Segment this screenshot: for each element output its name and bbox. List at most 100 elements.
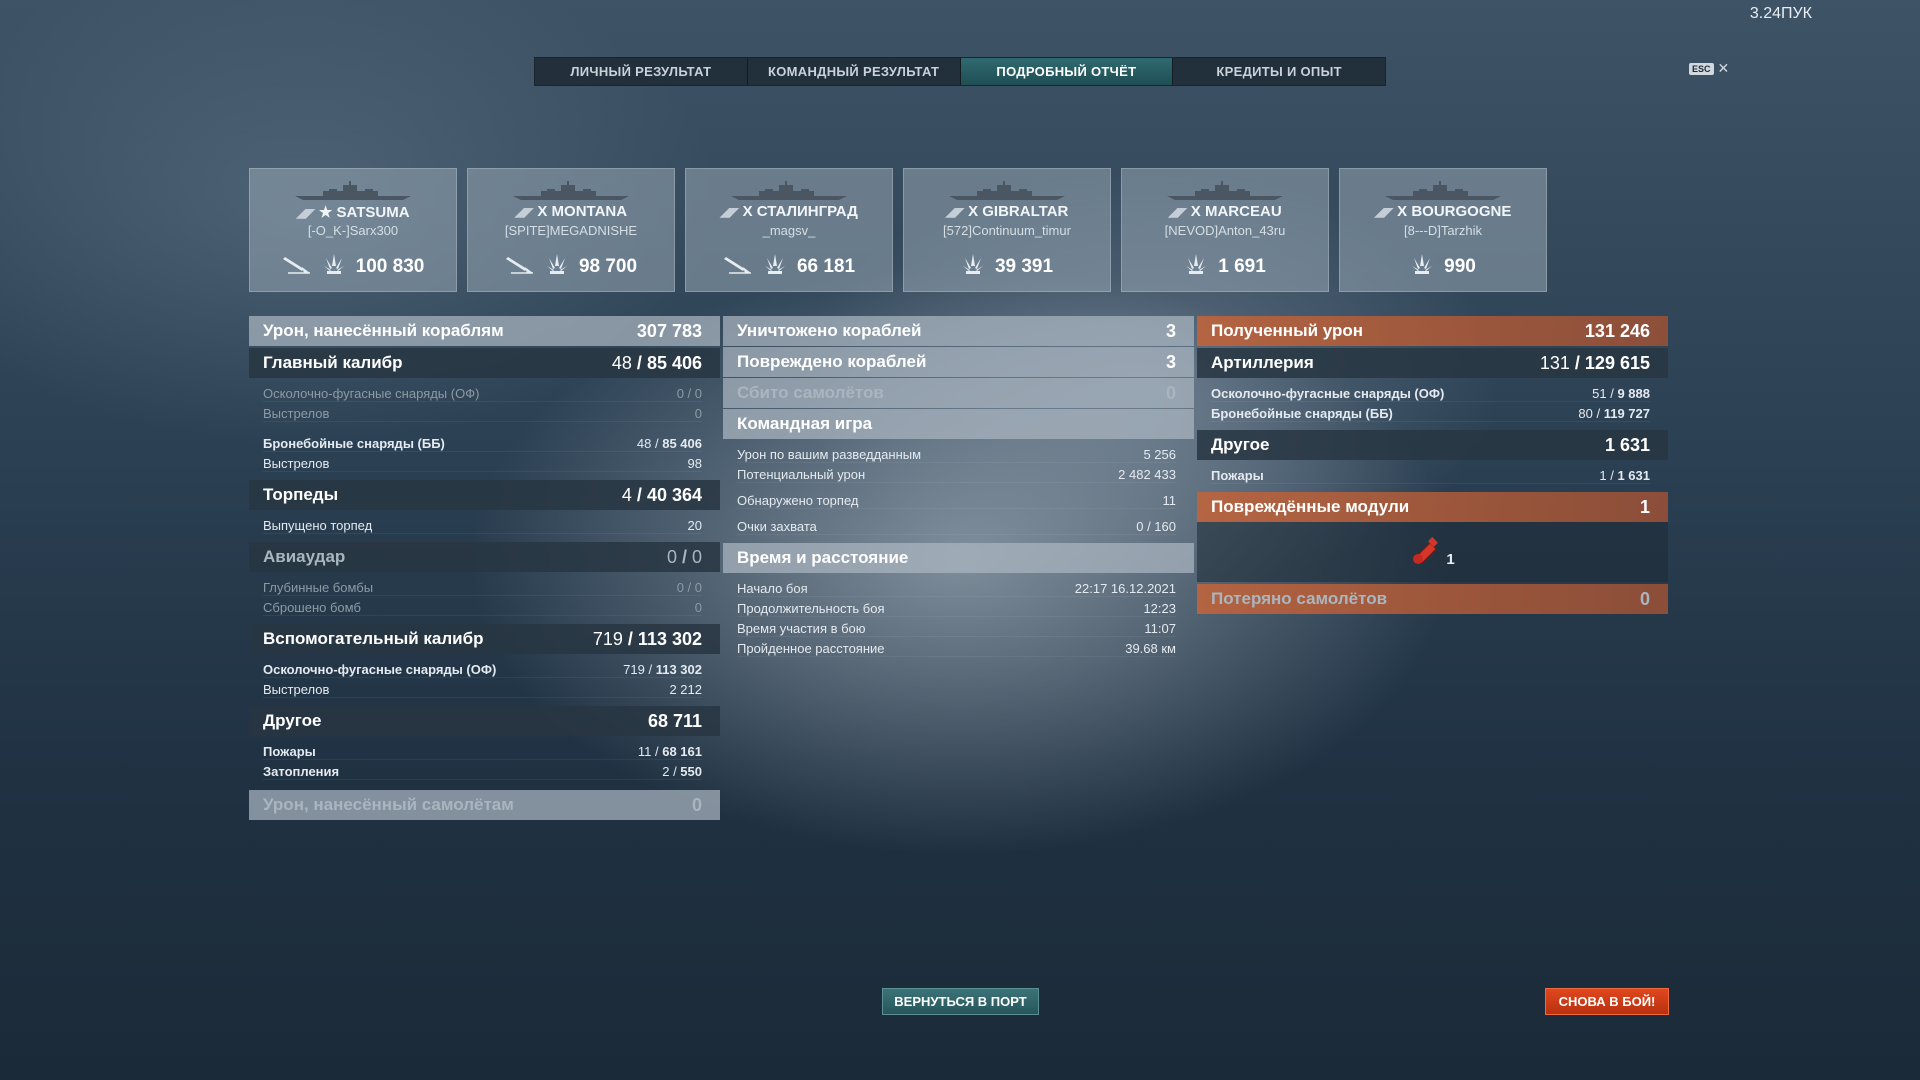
torpedoes-rows: Выпущено торпед 20 <box>249 510 720 542</box>
battleship-class-icon: ◢◤ <box>1168 205 1187 219</box>
stat-row: Начало боя 22:17 16.12.2021 <box>737 577 1176 597</box>
main-battery-header: Главный калибр 48 / 85 406 <box>249 348 720 378</box>
ship-silhouette-icon <box>947 181 1067 201</box>
shell-damage-icon <box>545 252 569 281</box>
engine-module-icon <box>1410 535 1444 570</box>
stat-row: Пройденное расстояние 39.68 км <box>737 637 1176 657</box>
damage-ships-header: Урон, нанесённый кораблям 307 783 <box>249 316 720 346</box>
team-play-rows: Урон по вашим разведданным 5 256 Потенциа… <box>723 439 1194 543</box>
artillery-rows: Осколочно-фугасные снаряды (ОФ) 51 / 9 88… <box>1197 378 1668 430</box>
combat-summary-panel: Уничтожено кораблей 3 Повреждено кораблей… <box>723 316 1194 665</box>
shell-damage-icon <box>961 252 985 281</box>
ship-name: ◢◤ X BOURGOGNE <box>1374 203 1512 220</box>
main-battery-rows: Осколочно-фугасные снаряды (ОФ) 0 / 0 Выс… <box>249 378 720 480</box>
ship-name: ◢◤ ★ SATSUMA <box>296 204 410 221</box>
planes-lost-header: Потеряно самолётов 0 <box>1197 584 1668 614</box>
version-label: 3.24ПУК <box>1749 5 1812 22</box>
damage-row: 990 <box>1340 252 1546 281</box>
other-damage-header: Другое 68 711 <box>249 706 720 736</box>
battleship-class-icon: ◢◤ <box>296 206 315 220</box>
stat-row: Осколочно-фугасные снаряды (ОФ) 51 / 9 88… <box>1211 382 1650 402</box>
received-other-header: Другое 1 631 <box>1197 430 1668 460</box>
other-damage-rows: Пожары 11 / 68 161 Затопления 2 / 550 <box>249 736 720 788</box>
damage-value: 100 830 <box>355 255 425 277</box>
ship-card: ◢◤ X MONTANA [SPITE]MEGADNISHE 98 700 <box>467 168 675 292</box>
damage-row: 100 830 <box>250 252 456 281</box>
stat-row: Выстрелов 2 212 <box>263 678 702 698</box>
damage-value: 98 700 <box>578 255 638 277</box>
close-icon: ✕ <box>1717 60 1730 76</box>
damage-value: 1 691 <box>1218 255 1266 277</box>
torpedo-icon <box>505 253 535 280</box>
player-name: [8---D]Tarzhik <box>1403 223 1482 238</box>
secondary-header: Вспомогательный калибр 719 / 113 302 <box>249 624 720 654</box>
battleship-class-icon: ◢◤ <box>1374 205 1394 219</box>
stat-row: Урон по вашим разведданным 5 256 <box>737 443 1176 463</box>
stat-row: Продолжительность боя 12:23 <box>737 597 1176 617</box>
battle-again-button[interactable]: СНОВА В БОЙ! <box>1545 988 1669 1015</box>
ship-card: ◢◤ X MARCEAU [NEVOD]Anton_43ru 1 691 <box>1121 168 1329 292</box>
player-name: [NEVOD]Anton_43ru <box>1164 223 1286 238</box>
torpedo-icon <box>282 253 312 280</box>
close-button[interactable]: ESC ✕ <box>1689 60 1729 77</box>
tab-team-result[interactable]: КОМАНДНЫЙ РЕЗУЛЬТАТ <box>748 58 961 85</box>
team-play-header: Командная игра <box>723 409 1194 439</box>
damage-planes-header: Урон, нанесённый самолётам 0 <box>249 790 720 820</box>
ship-card: ◢◤ X GIBRALTAR [572]Continuum_timur 39 391 <box>903 168 1111 292</box>
damage-dealt-panel: Урон, нанесённый кораблям 307 783 Главны… <box>249 316 720 820</box>
ship-card: ◢◤ X BOURGOGNE [8---D]Tarzhik 990 <box>1339 168 1547 292</box>
planes-shot-header: Сбито самолётов 0 <box>723 378 1194 408</box>
torpedoes-header: Торпеды 4 / 40 364 <box>249 480 720 510</box>
stat-row: Пожары 11 / 68 161 <box>263 740 702 760</box>
stat-row: Выстрелов 0 <box>263 402 702 422</box>
time-distance-header: Время и расстояние <box>723 543 1194 573</box>
stat-row: Осколочно-фугасные снаряды (ОФ) 719 / 113… <box>263 658 702 678</box>
stat-row: Выстрелов 98 <box>263 452 702 472</box>
artillery-header: Артиллерия 131 / 129 615 <box>1197 348 1668 378</box>
ship-card: ◢◤ X СТАЛИНГРАД _magsv_ 66 181 <box>685 168 893 292</box>
damage-value: 66 181 <box>796 255 856 277</box>
stat-row: Выпущено торпед 20 <box>263 514 702 534</box>
ship-silhouette-icon <box>293 181 413 201</box>
damage-received-panel: Полученный урон 131 246 Артиллерия 131 / … <box>1197 316 1668 614</box>
shell-damage-icon <box>1184 252 1208 281</box>
ship-silhouette-icon <box>511 181 631 201</box>
damaged-header: Повреждено кораблей 3 <box>723 347 1194 377</box>
tab-bar: ЛИЧНЫЙ РЕЗУЛЬТАТ КОМАНДНЫЙ РЕЗУЛЬТАТ ПОД… <box>534 57 1386 86</box>
time-distance-rows: Начало боя 22:17 16.12.2021 Продолжительн… <box>723 573 1194 665</box>
damage-row: 66 181 <box>686 252 892 281</box>
tab-credits-xp[interactable]: КРЕДИТЫ И ОПЫТ <box>1173 58 1385 85</box>
received-other-rows: Пожары 1 / 1 631 <box>1197 460 1668 492</box>
damaged-modules-list: 1 <box>1197 522 1668 582</box>
shell-damage-icon <box>322 252 346 281</box>
stat-row: Потенциальный урон 2 482 433 <box>737 463 1176 483</box>
battleship-class-icon: ◢◤ <box>945 205 965 219</box>
stat-row: Пожары 1 / 1 631 <box>1211 464 1650 484</box>
ship-name: ◢◤ X MONTANA <box>514 203 628 220</box>
airstrike-header: Авиаудар 0 / 0 <box>249 542 720 572</box>
tab-personal-result[interactable]: ЛИЧНЫЙ РЕЗУЛЬТАТ <box>535 58 748 85</box>
destroyed-header: Уничтожено кораблей 3 <box>723 316 1194 346</box>
damage-value: 990 <box>1444 255 1476 277</box>
player-name: [-O_K-]Sarx300 <box>307 223 399 238</box>
module-count: 1 <box>1446 550 1455 568</box>
torpedo-icon <box>723 253 753 280</box>
airstrike-rows: Глубинные бомбы 0 / 0 Сброшено бомб 0 <box>249 572 720 624</box>
stat-row: Бронебойные снаряды (ББ) 48 / 85 406 <box>263 432 702 452</box>
damage-row: 39 391 <box>904 252 1110 281</box>
battleship-class-icon: ◢◤ <box>720 205 739 219</box>
player-name: _magsv_ <box>762 223 816 238</box>
ship-card: ◢◤ ★ SATSUMA [-O_K-]Sarx300 100 830 <box>249 168 457 292</box>
ship-name: ◢◤ X GIBRALTAR <box>945 203 1069 220</box>
player-name: [SPITE]MEGADNISHE <box>504 223 638 238</box>
ship-silhouette-icon <box>729 181 849 201</box>
tab-detailed-report[interactable]: ПОДРОБНЫЙ ОТЧЁТ <box>960 58 1174 85</box>
ship-silhouette-icon <box>1165 181 1285 201</box>
return-to-port-button[interactable]: ВЕРНУТЬСЯ В ПОРТ <box>882 988 1039 1015</box>
player-name: [572]Continuum_timur <box>943 223 1071 238</box>
received-header: Полученный урон 131 246 <box>1197 316 1668 346</box>
shell-damage-icon <box>1410 252 1434 281</box>
damage-row: 1 691 <box>1122 252 1328 281</box>
stat-row: Осколочно-фугасные снаряды (ОФ) 0 / 0 <box>263 382 702 402</box>
modules-header: Повреждённые модули 1 <box>1197 492 1668 522</box>
